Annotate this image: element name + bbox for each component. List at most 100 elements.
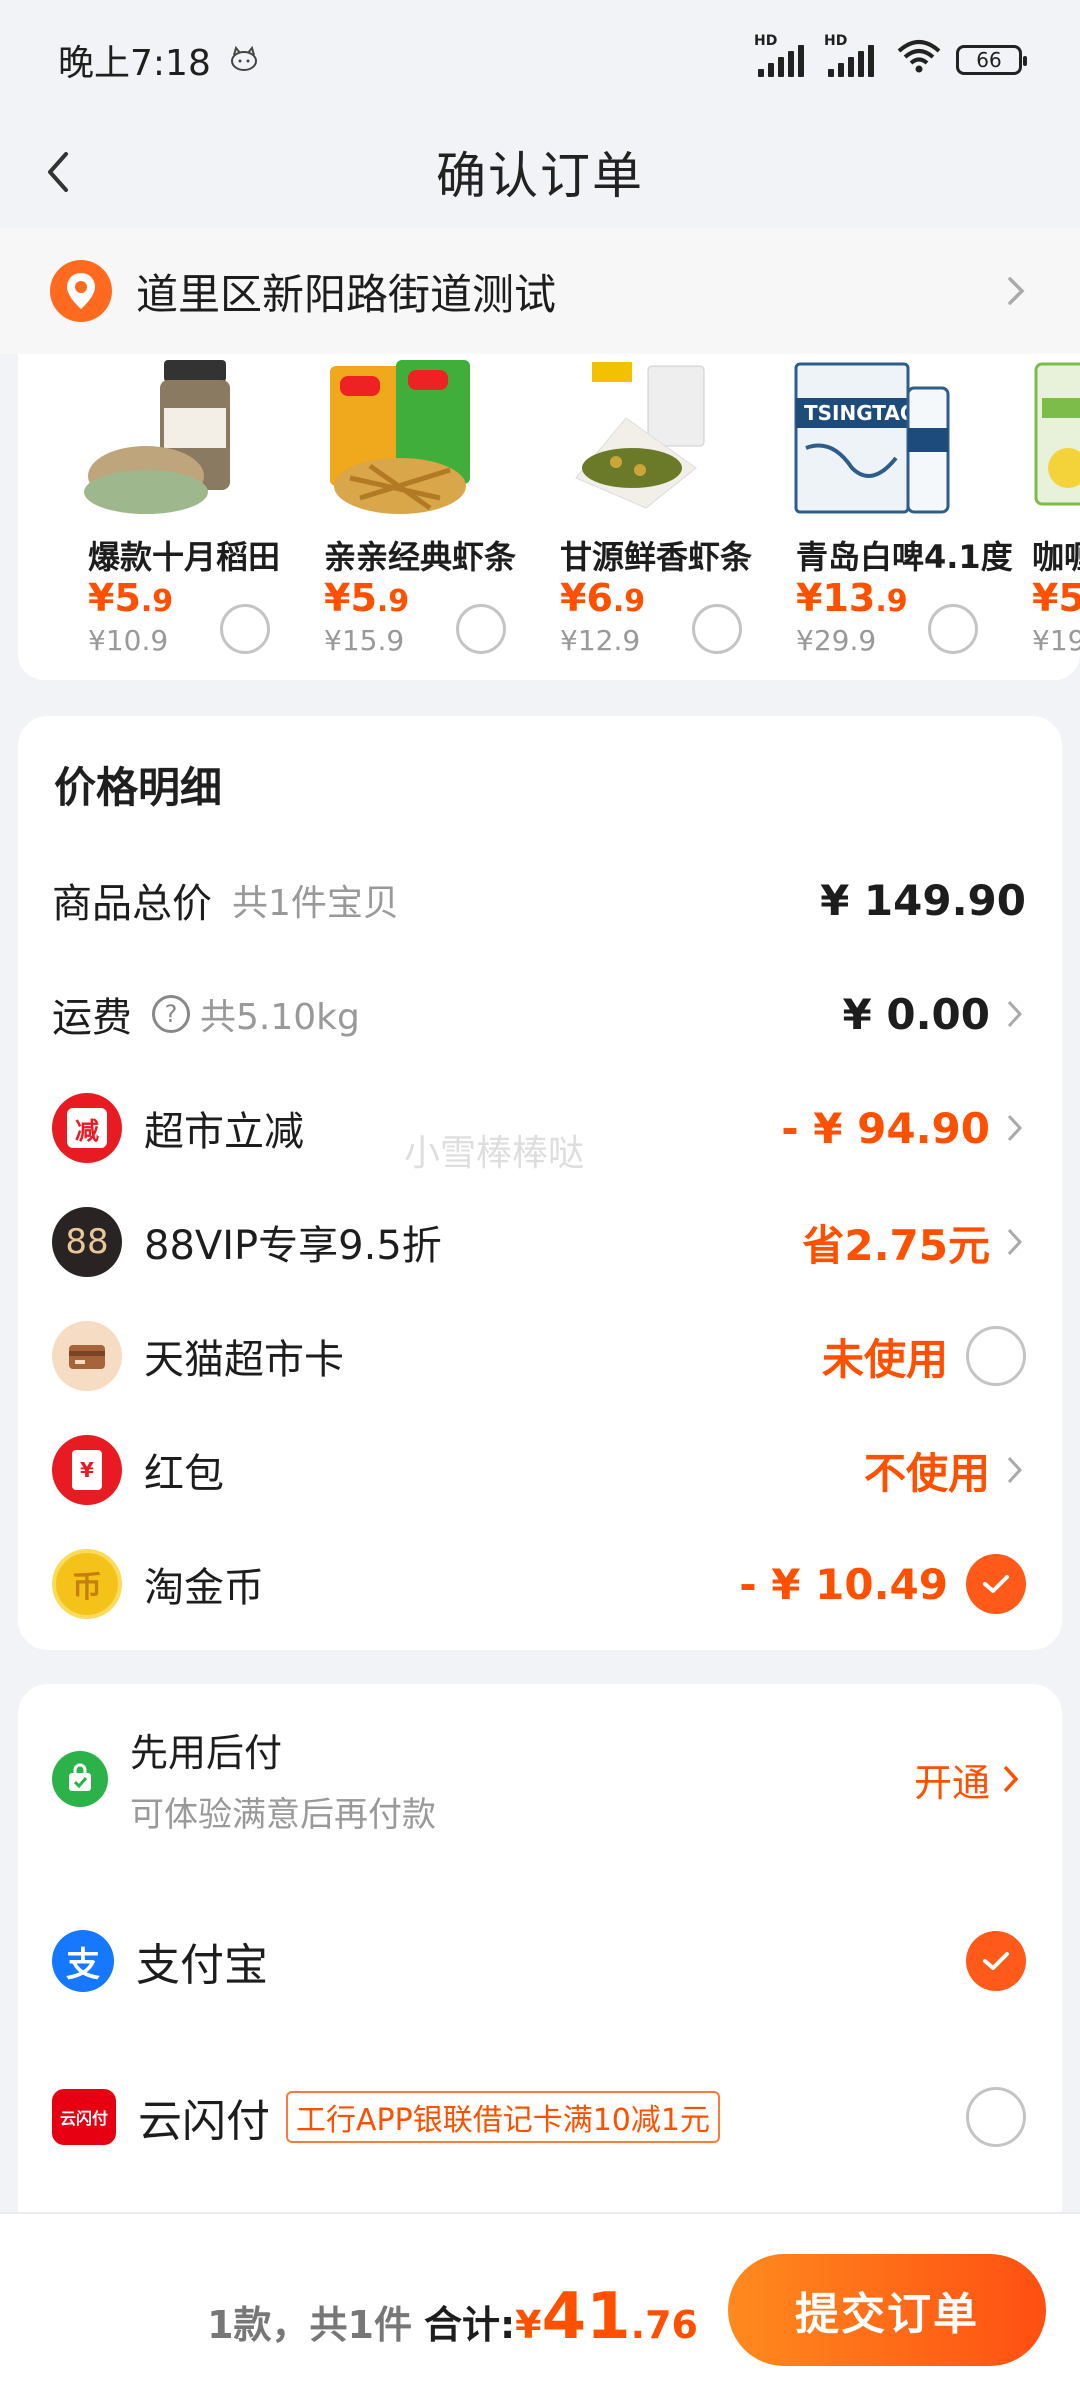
product-card[interactable]: TSINGTAO 青岛白啤4.1度 ¥13.9 ¥29.9 xyxy=(744,354,1013,680)
market-discount-value: - ¥ 94.90 xyxy=(781,1103,990,1153)
total-currency: ¥ xyxy=(515,2303,542,2347)
wifi-icon xyxy=(896,39,942,82)
chevron-right-icon xyxy=(1007,1000,1023,1028)
product-name: 爆款十月稻田 xyxy=(88,538,281,576)
tao-coin-row[interactable]: 币 淘金币 - ¥ 10.49 xyxy=(18,1534,1062,1634)
product-card[interactable]: 甘源鲜香虾条 ¥6.9 ¥12.9 xyxy=(508,354,752,680)
submit-order-button[interactable]: 提交订单 xyxy=(728,2254,1046,2366)
product-price: ¥13.9 xyxy=(796,576,908,620)
chevron-right-icon xyxy=(1008,277,1025,305)
product-name: 亲亲经典虾条 xyxy=(324,538,517,576)
back-button[interactable] xyxy=(30,142,90,202)
pay-later-row[interactable]: 先用后付 可体验满意后再付款 开通 xyxy=(18,1724,1062,1835)
order-summary: 1款，共1件 合计: ¥ 41 .76 xyxy=(207,2280,698,2354)
shipping-label: 运费 xyxy=(52,995,132,1041)
signal-icon-2: HD xyxy=(824,33,874,77)
vip-discount-value: 省2.75元 xyxy=(802,1220,990,1270)
product-original-price: ¥12.9 xyxy=(560,624,641,657)
goods-total-label: 商品总价 xyxy=(52,881,212,927)
market-discount-label: 超市立减 xyxy=(144,1109,304,1155)
cat-icon xyxy=(229,40,259,81)
product-name: 咖喱 xyxy=(1032,538,1080,576)
product-original-price: ¥29.9 xyxy=(796,624,877,657)
unionpay-row[interactable]: 云闪付 云闪付 工行APP银联借记卡满10减1元 xyxy=(18,2062,1062,2172)
total-label: 合计: xyxy=(423,2303,516,2347)
shipping-weight: 共5.10kg xyxy=(200,997,360,1038)
chevron-right-icon xyxy=(1003,1765,1019,1793)
supermarket-card-radio[interactable] xyxy=(966,1326,1026,1386)
product-original-price: ¥15.9 xyxy=(324,624,405,657)
tao-coin-value: - ¥ 10.49 xyxy=(739,1559,948,1609)
chevron-right-icon xyxy=(1007,1228,1023,1256)
address-row[interactable]: 道里区新阳路街道测试 xyxy=(0,228,1080,354)
product-image-tsingtao-beer: TSINGTAO xyxy=(792,358,952,520)
vip88-icon: 88 xyxy=(52,1207,122,1277)
alipay-label: 支付宝 xyxy=(136,1940,268,1991)
product-card[interactable]: 爆款十月稻田 ¥5.9 ¥10.9 xyxy=(36,354,280,680)
shipping-row[interactable]: 运费 ? 共5.10kg ¥ 0.00 xyxy=(18,964,1062,1064)
check-icon[interactable] xyxy=(966,1931,1026,1991)
pay-later-subtitle: 可体验满意后再付款 xyxy=(130,1795,436,1835)
product-price: ¥6.9 xyxy=(560,576,646,620)
bottom-bar: 1款，共1件 合计: ¥ 41 .76 提交订单 xyxy=(0,2212,1080,2400)
signal-icon: HD xyxy=(754,33,804,77)
alipay-row[interactable]: 支 支付宝 xyxy=(18,1906,1062,2016)
status-bar: 晚上7:18 HD HD 66 xyxy=(0,0,1080,120)
product-image-ganyuan-snack xyxy=(556,358,716,520)
total-amount-dec: .76 xyxy=(630,2303,698,2347)
vip-discount-row[interactable]: 88 88VIP专享9.5折 省2.75元 xyxy=(18,1192,1062,1292)
goods-total-count: 共1件宝贝 xyxy=(232,883,399,924)
price-detail-card: 价格明细 商品总价 共1件宝贝 ¥ 149.90 运费 ? 共5.10kg ¥ … xyxy=(18,716,1062,1650)
address-text: 道里区新阳路街道测试 xyxy=(136,269,557,319)
product-select-radio[interactable] xyxy=(928,604,978,654)
tao-coin-label: 淘金币 xyxy=(144,1565,264,1611)
supermarket-card-row[interactable]: 天猫超市卡 未使用 xyxy=(18,1306,1062,1406)
pay-later-icon xyxy=(52,1751,108,1807)
shipping-value: ¥ 0.00 xyxy=(842,989,990,1039)
product-price: ¥5.9 xyxy=(88,576,174,620)
item-count: 1款，共1件 xyxy=(207,2303,412,2347)
vip-discount-label: 88VIP专享9.5折 xyxy=(144,1223,442,1269)
total-amount-int: 41 xyxy=(541,2280,631,2354)
red-packet-label: 红包 xyxy=(144,1451,224,1497)
nav-bar: 确认订单 xyxy=(0,112,1080,232)
unionpay-icon: 云闪付 xyxy=(52,2089,116,2145)
red-packet-row[interactable]: ¥ 红包 不使用 xyxy=(18,1420,1062,1520)
product-image-rice xyxy=(84,358,244,520)
product-card[interactable]: 亲亲经典虾条 ¥5.9 ¥15.9 xyxy=(272,354,516,680)
product-strip[interactable]: 爆款十月稻田 ¥5.9 ¥10.9 亲亲经典虾条 ¥5.9 ¥15.9 甘源鲜香… xyxy=(18,354,1080,680)
status-right: HD HD 66 xyxy=(754,33,1027,82)
red-packet-value: 不使用 xyxy=(863,1448,990,1498)
payment-card: 先用后付 可体验满意后再付款 开通 支 支付宝 云闪付 云闪付 工行APP银联借… xyxy=(18,1684,1062,2244)
status-time: 晚上7:18 xyxy=(58,43,211,84)
status-left: 晚上7:18 xyxy=(58,34,259,86)
product-price: ¥5.9 xyxy=(324,576,410,620)
pay-later-activate-link[interactable]: 开通 xyxy=(914,1752,990,1807)
check-icon[interactable] xyxy=(966,1554,1026,1614)
chevron-right-icon xyxy=(1007,1114,1023,1142)
unionpay-promo-tag: 工行APP银联借记卡满10减1元 xyxy=(286,2091,720,2143)
product-card[interactable]: 咖喱 ¥5. ¥19 xyxy=(980,354,1080,680)
product-name: 甘源鲜香虾条 xyxy=(560,538,753,576)
chevron-right-icon xyxy=(1007,1456,1023,1484)
page-title: 确认订单 xyxy=(436,147,644,205)
price-detail-heading: 价格明细 xyxy=(54,763,223,812)
product-image-curry xyxy=(1028,358,1080,520)
product-select-radio[interactable] xyxy=(220,604,270,654)
unionpay-radio[interactable] xyxy=(966,2087,1026,2147)
question-icon[interactable]: ? xyxy=(152,995,190,1033)
product-select-radio[interactable] xyxy=(456,604,506,654)
coin-icon: 币 xyxy=(52,1549,122,1619)
supermarket-card-value: 未使用 xyxy=(821,1334,948,1384)
battery-icon: 66 xyxy=(956,45,1027,75)
card-icon xyxy=(52,1321,122,1391)
product-original-price: ¥10.9 xyxy=(88,624,169,657)
product-select-radio[interactable] xyxy=(692,604,742,654)
location-pin-icon xyxy=(50,260,112,322)
product-image-shrimp-snack xyxy=(320,358,480,520)
supermarket-card-label: 天猫超市卡 xyxy=(144,1337,344,1383)
goods-total-row: 商品总价 共1件宝贝 ¥ 149.90 xyxy=(18,850,1062,950)
unionpay-label: 云闪付 xyxy=(138,2096,270,2147)
product-original-price: ¥19 xyxy=(1032,624,1080,657)
watermark: 小雪棒棒哒 xyxy=(404,1133,585,1174)
